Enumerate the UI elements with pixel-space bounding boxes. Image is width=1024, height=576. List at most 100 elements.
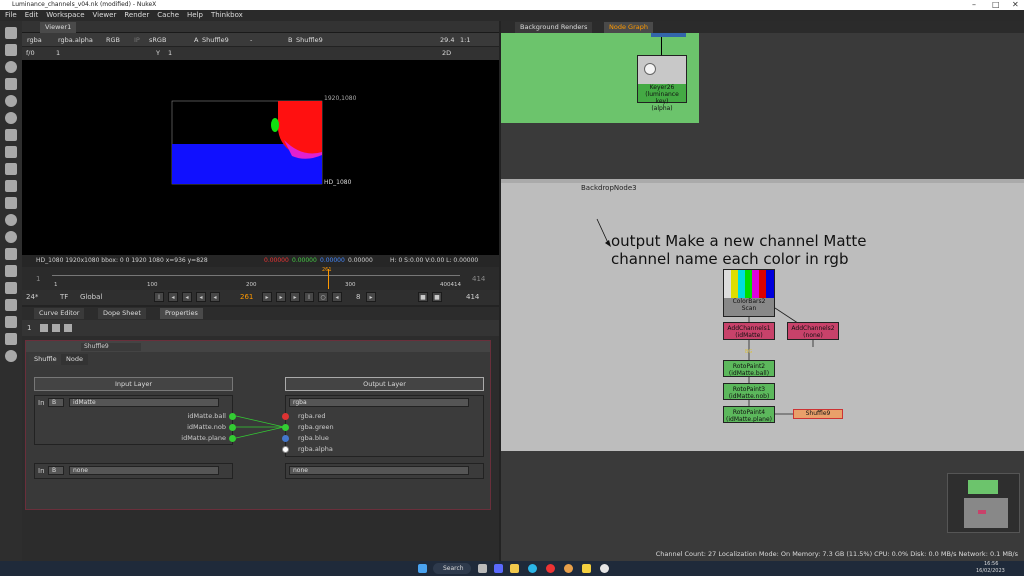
tab-dope-sheet[interactable]: Dope Sheet (98, 308, 146, 319)
current-frame[interactable]: 261 (240, 293, 253, 301)
clear-icon[interactable] (52, 324, 60, 332)
fps-dropdown[interactable]: 24* (26, 293, 38, 301)
menu-cache[interactable]: Cache (157, 10, 179, 21)
airtools-tool-icon[interactable] (5, 333, 17, 345)
ip-button[interactable]: IP (134, 35, 140, 45)
alpha-dropdown[interactable]: rgba.alpha (58, 35, 93, 45)
krokodove-tool-icon[interactable] (5, 350, 17, 362)
display-dropdown[interactable]: RGB (106, 35, 120, 45)
step-back-button[interactable]: ◂ (182, 292, 192, 302)
nuke-icon[interactable] (582, 564, 591, 573)
last-frame-button[interactable]: I (304, 292, 314, 302)
clock-time[interactable]: 16:56 (984, 561, 998, 568)
next-frame-button[interactable]: ▸ (276, 292, 286, 302)
node-graph-minimap[interactable] (947, 473, 1020, 533)
task-view-icon[interactable] (478, 564, 487, 573)
image-tool-icon[interactable] (5, 27, 17, 39)
node-graph[interactable]: Keyer26 (luminance key) (alpha) Backdrop… (501, 33, 1024, 561)
rotopaint4-node[interactable]: RotoPaint4 (idMatte.plane) (723, 406, 775, 423)
play-backward-button[interactable]: ◂ (210, 292, 220, 302)
y-value[interactable]: 1 (168, 48, 172, 58)
out2-layer-dropdown[interactable]: none (289, 466, 469, 475)
teams-icon[interactable] (494, 564, 503, 573)
menu-edit[interactable]: Edit (25, 10, 39, 21)
out-green-dot[interactable] (282, 424, 289, 431)
lock-icon[interactable] (40, 324, 48, 332)
forward-increment-button[interactable]: ▸ (366, 292, 376, 302)
app2-icon[interactable] (600, 564, 609, 573)
frame-x-value[interactable]: 1 (56, 48, 60, 58)
rotopaint2-node[interactable]: RotoPaint2 (idMatte.ball) (723, 360, 775, 377)
edge-icon[interactable] (528, 564, 537, 573)
menu-file[interactable]: File (5, 10, 17, 21)
viewer-canvas[interactable]: 1920,1080 HD_1080 (22, 60, 499, 255)
deep-tool-icon[interactable] (5, 214, 17, 226)
clock-date[interactable]: 16/02/2023 (976, 568, 1005, 575)
transform-tool-icon[interactable] (5, 163, 17, 175)
flipbook-button[interactable]: ■ (418, 292, 428, 302)
time-tool-icon[interactable] (5, 61, 17, 73)
first-frame-button[interactable]: I (154, 292, 164, 302)
menu-viewer[interactable]: Viewer (93, 10, 117, 21)
file-explorer-icon[interactable] (510, 564, 519, 573)
other-tool-icon[interactable] (5, 282, 17, 294)
tab-properties[interactable]: Properties (160, 308, 203, 319)
wipe-dropdown[interactable]: - (250, 35, 252, 45)
menu-render[interactable]: Render (124, 10, 149, 21)
close-icon[interactable]: ✕ (1012, 0, 1019, 10)
back-increment-button[interactable]: ◂ (332, 292, 342, 302)
addchannels1-node[interactable]: AddChannels1 (idMatte) (723, 322, 775, 340)
addchannels2-node[interactable]: AddChannels2 (none) (787, 322, 839, 340)
keyer-tool-icon[interactable] (5, 129, 17, 141)
pencil-icon[interactable] (64, 324, 72, 332)
out-alpha-dot[interactable] (282, 446, 289, 453)
step-value[interactable]: 8 (356, 293, 360, 301)
view-mode-dropdown[interactable]: 2D (442, 48, 451, 58)
start-icon[interactable] (418, 564, 427, 573)
rotopaint3-node[interactable]: RotoPaint3 (idMatte.nob) (723, 383, 775, 400)
scope-dropdown[interactable]: Global (80, 293, 102, 301)
tab-node-graph[interactable]: Node Graph (604, 22, 653, 33)
loop-button[interactable]: ○ (318, 292, 328, 302)
color-tool-icon[interactable] (5, 95, 17, 107)
particles-tool-icon[interactable] (5, 197, 17, 209)
menu-help[interactable]: Help (187, 10, 203, 21)
gain-value[interactable]: 29.4 (440, 35, 454, 45)
channel-tool-icon[interactable] (5, 78, 17, 90)
panel-count[interactable]: 1 (27, 324, 31, 332)
metadata-tool-icon[interactable] (5, 248, 17, 260)
monitor-button[interactable]: ■ (432, 292, 442, 302)
zoom-dropdown[interactable]: 1:1 (460, 35, 470, 45)
toolsets-tool-icon[interactable] (5, 265, 17, 277)
channels-dropdown[interactable]: rgba (27, 35, 42, 45)
views-tool-icon[interactable] (5, 231, 17, 243)
tab-background-renders[interactable]: Background Renders (515, 22, 593, 33)
in2-layer-dropdown[interactable]: none (69, 466, 219, 475)
timeline[interactable]: 1 414 1 100 200 300 400414 261 (22, 267, 499, 290)
furnace-tool-icon[interactable] (5, 299, 17, 311)
prev-frame-button[interactable]: ◂ (196, 292, 206, 302)
out-blue-dot[interactable] (282, 435, 289, 442)
fstop-value[interactable]: f/0 (26, 48, 35, 58)
menu-workspace[interactable]: Workspace (46, 10, 84, 21)
app-icon[interactable] (564, 564, 573, 573)
prev-keyframe-button[interactable]: ◂ (168, 292, 178, 302)
input-b-dropdown[interactable]: Shuffle9 (296, 35, 323, 45)
taskbar-search[interactable]: Search (433, 563, 471, 574)
lut-dropdown[interactable]: sRGB (149, 35, 166, 45)
tf-dropdown[interactable]: TF (60, 293, 68, 301)
menu-thinkbox[interactable]: Thinkbox (211, 10, 243, 21)
tab-viewer1[interactable]: Viewer1 (40, 22, 77, 33)
cara-vr-tool-icon[interactable] (5, 316, 17, 328)
out-red-dot[interactable] (282, 413, 289, 420)
maximize-icon[interactable]: □ (992, 0, 1000, 10)
chrome-icon[interactable] (546, 564, 555, 573)
in2-input-dropdown[interactable]: B (48, 466, 64, 475)
next-keyframe-button[interactable]: ▸ (290, 292, 300, 302)
merge-tool-icon[interactable] (5, 146, 17, 158)
minimize-icon[interactable]: – (972, 0, 976, 10)
tab-curve-editor[interactable]: Curve Editor (34, 308, 85, 319)
3d-tool-icon[interactable] (5, 180, 17, 192)
draw-tool-icon[interactable] (5, 44, 17, 56)
filter-tool-icon[interactable] (5, 112, 17, 124)
